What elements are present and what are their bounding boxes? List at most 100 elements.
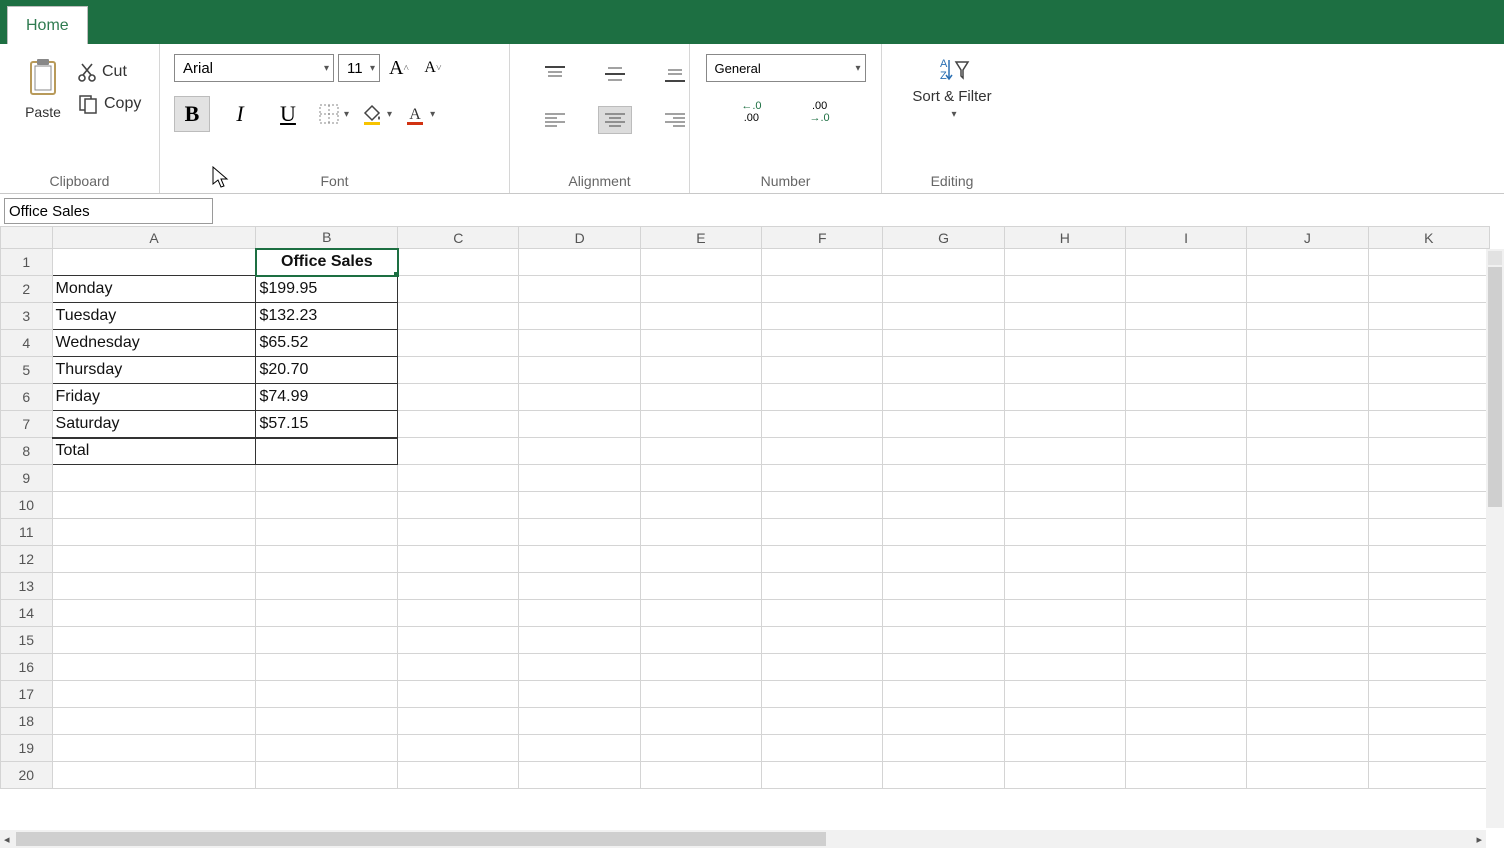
cell-A2[interactable]: Monday [52, 276, 256, 303]
cell-K5[interactable] [1368, 357, 1489, 384]
cell-J18[interactable] [1247, 708, 1368, 735]
cell-H3[interactable] [1004, 303, 1125, 330]
align-top-button[interactable] [538, 60, 572, 88]
cell-I18[interactable] [1125, 708, 1246, 735]
cell-J4[interactable] [1247, 330, 1368, 357]
col-header[interactable]: D [519, 227, 640, 249]
cell-I3[interactable] [1125, 303, 1246, 330]
cell-A20[interactable] [52, 762, 256, 789]
cell-A15[interactable] [52, 627, 256, 654]
cell-G10[interactable] [883, 492, 1004, 519]
col-header[interactable]: E [640, 227, 761, 249]
cell-C4[interactable] [398, 330, 519, 357]
cell-A8[interactable]: Total [52, 438, 256, 465]
cell-F1[interactable] [762, 249, 883, 276]
col-header[interactable]: H [1004, 227, 1125, 249]
cell-D11[interactable] [519, 519, 640, 546]
row-header[interactable]: 6 [1, 384, 53, 411]
cell-B19[interactable] [256, 735, 398, 762]
cell-J5[interactable] [1247, 357, 1368, 384]
cell-D14[interactable] [519, 600, 640, 627]
cell-I9[interactable] [1125, 465, 1246, 492]
cell-C12[interactable] [398, 546, 519, 573]
cell-A6[interactable]: Friday [52, 384, 256, 411]
cell-I1[interactable] [1125, 249, 1246, 276]
row-header[interactable]: 9 [1, 465, 53, 492]
cell-B10[interactable] [256, 492, 398, 519]
cell-C16[interactable] [398, 654, 519, 681]
cell-H1[interactable] [1004, 249, 1125, 276]
cell-B7[interactable]: $57.15 [256, 411, 398, 438]
cell-E8[interactable] [640, 438, 761, 465]
fill-color-button[interactable]: ▾ [361, 103, 392, 125]
row-header[interactable]: 8 [1, 438, 53, 465]
cell-J2[interactable] [1247, 276, 1368, 303]
cell-E2[interactable] [640, 276, 761, 303]
row-header[interactable]: 5 [1, 357, 53, 384]
row-header[interactable]: 19 [1, 735, 53, 762]
cell-F8[interactable] [762, 438, 883, 465]
cell-J19[interactable] [1247, 735, 1368, 762]
cell-D8[interactable] [519, 438, 640, 465]
cell-I6[interactable] [1125, 384, 1246, 411]
cell-J16[interactable] [1247, 654, 1368, 681]
cell-K6[interactable] [1368, 384, 1489, 411]
bold-button[interactable]: B [174, 96, 210, 132]
row-header[interactable]: 13 [1, 573, 53, 600]
cell-K13[interactable] [1368, 573, 1489, 600]
cell-H10[interactable] [1004, 492, 1125, 519]
col-header[interactable]: I [1125, 227, 1246, 249]
col-header[interactable]: B [256, 227, 398, 249]
cell-A7[interactable]: Saturday [52, 411, 256, 438]
cell-H6[interactable] [1004, 384, 1125, 411]
cell-F19[interactable] [762, 735, 883, 762]
cell-D13[interactable] [519, 573, 640, 600]
sort-filter-button[interactable]: A Z Sort & Filter ▾ [902, 54, 1001, 122]
cell-H13[interactable] [1004, 573, 1125, 600]
formula-bar[interactable] [4, 198, 213, 224]
increase-font-button[interactable]: A˄ [384, 54, 414, 82]
cell-E4[interactable] [640, 330, 761, 357]
cell-F14[interactable] [762, 600, 883, 627]
cell-I12[interactable] [1125, 546, 1246, 573]
cell-B6[interactable]: $74.99 [256, 384, 398, 411]
cell-J3[interactable] [1247, 303, 1368, 330]
cell-I20[interactable] [1125, 762, 1246, 789]
cell-G7[interactable] [883, 411, 1004, 438]
cell-A10[interactable] [52, 492, 256, 519]
cell-J8[interactable] [1247, 438, 1368, 465]
row-header[interactable]: 20 [1, 762, 53, 789]
cell-A4[interactable]: Wednesday [52, 330, 256, 357]
cell-G8[interactable] [883, 438, 1004, 465]
row-header[interactable]: 12 [1, 546, 53, 573]
cell-G16[interactable] [883, 654, 1004, 681]
cell-J10[interactable] [1247, 492, 1368, 519]
cell-D9[interactable] [519, 465, 640, 492]
cell-B20[interactable] [256, 762, 398, 789]
cell-E5[interactable] [640, 357, 761, 384]
cell-D17[interactable] [519, 681, 640, 708]
cell-G18[interactable] [883, 708, 1004, 735]
cell-C5[interactable] [398, 357, 519, 384]
cell-H20[interactable] [1004, 762, 1125, 789]
col-header[interactable]: K [1368, 227, 1489, 249]
cell-E13[interactable] [640, 573, 761, 600]
cell-B17[interactable] [256, 681, 398, 708]
cell-C7[interactable] [398, 411, 519, 438]
cell-B3[interactable]: $132.23 [256, 303, 398, 330]
col-header[interactable]: A [52, 227, 256, 249]
cell-K9[interactable] [1368, 465, 1489, 492]
cell-H8[interactable] [1004, 438, 1125, 465]
cell-H18[interactable] [1004, 708, 1125, 735]
row-header[interactable]: 11 [1, 519, 53, 546]
cell-I15[interactable] [1125, 627, 1246, 654]
cell-F11[interactable] [762, 519, 883, 546]
cell-H14[interactable] [1004, 600, 1125, 627]
cell-H2[interactable] [1004, 276, 1125, 303]
cell-F12[interactable] [762, 546, 883, 573]
cell-A19[interactable] [52, 735, 256, 762]
cell-B15[interactable] [256, 627, 398, 654]
cell-J20[interactable] [1247, 762, 1368, 789]
cell-H16[interactable] [1004, 654, 1125, 681]
cell-E16[interactable] [640, 654, 761, 681]
